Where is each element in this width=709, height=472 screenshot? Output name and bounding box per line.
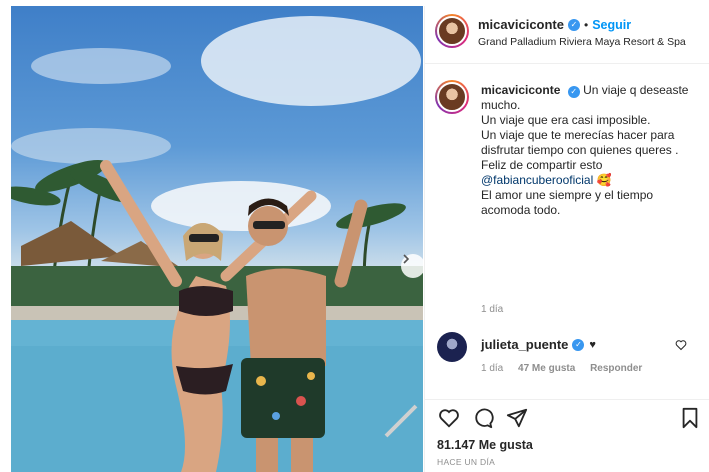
caption-line-2: Un viaje que te merecías hacer para disf… (481, 128, 679, 157)
caption-username[interactable]: micaviciconte (481, 83, 560, 97)
comment-time: 1 día (481, 363, 504, 374)
verified-badge-icon: ✓ (572, 338, 585, 351)
save-button[interactable] (678, 406, 702, 430)
likes-count[interactable]: 81.147 Me gusta (437, 438, 533, 452)
caption-line-1: Un viaje que era casi imposible. (481, 113, 651, 127)
reply-button[interactable]: Responder (590, 363, 642, 374)
comment-text: ♥ (589, 338, 596, 351)
verified-badge-icon: ✓ (568, 18, 580, 31)
post-caption: micaviciconte ✓ Un viaje q deseaste much… (481, 83, 703, 220)
author-info: micaviciconte ✓ • Seguir (478, 17, 631, 32)
share-icon (506, 408, 528, 428)
author-avatar[interactable] (435, 14, 469, 48)
post-header: micaviciconte ✓ • Seguir Grand Palladium… (425, 6, 709, 64)
bookmark-icon (682, 407, 698, 429)
caption-end: El amor une siempre y el tiempo acomoda … (481, 188, 654, 217)
comment-username[interactable]: julieta_puente (481, 337, 568, 352)
comment-like-button[interactable] (675, 338, 687, 356)
heart-icon (439, 409, 459, 428)
share-button[interactable] (505, 406, 529, 430)
separator-dot: • (584, 17, 589, 32)
commenter-avatar[interactable] (437, 332, 467, 362)
next-photo-button[interactable] (401, 254, 423, 278)
comment-body: julieta_puente ✓ ♥ (481, 337, 596, 352)
caption-line-3: Feliz de compartir esto (481, 158, 603, 172)
caption-emoji: 🥰 (596, 173, 612, 187)
comment-meta: 1 día 47 Me gusta Responder (481, 363, 654, 374)
post-side-panel: micaviciconte ✓ • Seguir Grand Palladium… (424, 6, 709, 472)
follow-button[interactable]: Seguir (592, 18, 631, 32)
posted-time: HACE UN DÍA (437, 457, 496, 467)
comment-likes[interactable]: 47 Me gusta (518, 363, 575, 374)
post-photo[interactable] (11, 6, 423, 472)
comments-area: micaviciconte ✓ Un viaje q deseaste much… (425, 64, 709, 399)
like-button[interactable] (437, 406, 461, 430)
post-location[interactable]: Grand Palladium Riviera Maya Resort & Sp… (478, 36, 686, 48)
comment-button[interactable] (471, 406, 495, 430)
caption-author-avatar[interactable] (435, 80, 469, 114)
caption-time: 1 día (481, 304, 504, 315)
comment-icon (475, 408, 494, 429)
beach-couple-illustration (11, 16, 423, 472)
chevron-right-icon (403, 254, 410, 264)
author-username[interactable]: micaviciconte (478, 17, 564, 32)
instagram-post-window: micaviciconte ✓ • Seguir Grand Palladium… (0, 0, 709, 472)
caption-mention[interactable]: @fabiancuberooficial (481, 173, 593, 187)
post-actions: 81.147 Me gusta HACE UN DÍA (425, 399, 709, 472)
heart-icon (675, 340, 687, 351)
verified-badge-icon: ✓ (567, 86, 580, 98)
